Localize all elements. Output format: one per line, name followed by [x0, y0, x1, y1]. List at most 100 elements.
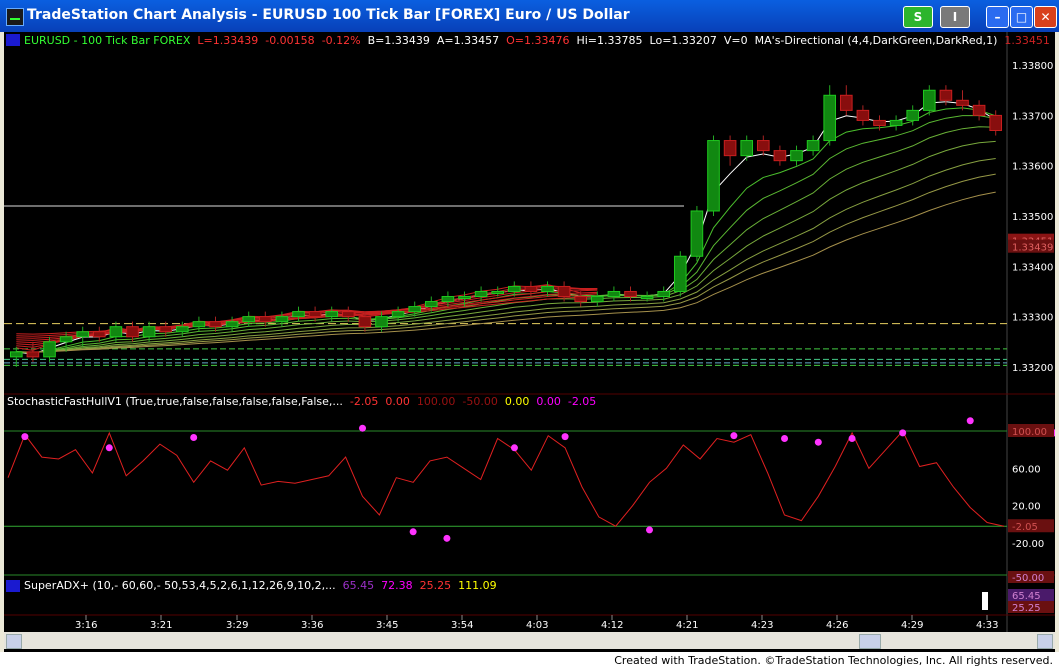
stochastic-axis-label: 100.00 [1012, 427, 1047, 438]
price-axis-label: 1.33500 [1012, 212, 1053, 223]
candle-body [972, 104, 986, 116]
candle-body [192, 321, 206, 328]
candle-body [889, 119, 903, 126]
candle-body [873, 119, 886, 126]
candle [673, 251, 687, 297]
chart-window[interactable]: EURUSD - 100 Tick Bar FOREX L=1.33439 -0.0… [4, 32, 1059, 652]
stochastic-header: StochasticFastHullV1 (True,true,false,fa… [7, 395, 596, 408]
stoch_header-item: 0.00 [505, 395, 530, 408]
i-button[interactable]: I [940, 6, 970, 28]
candle-body [541, 285, 554, 292]
price-axis-label: 1.33700 [1012, 111, 1053, 122]
candle-body [922, 89, 936, 111]
candle-body [441, 296, 455, 303]
stochastic-marker [510, 444, 518, 452]
candle-body [939, 89, 953, 101]
stoch_header-item: StochasticFastHullV1 (True,true,false,fa… [7, 395, 343, 408]
candle-body [823, 94, 837, 142]
candle-body [275, 316, 289, 323]
candle-body [956, 99, 969, 106]
stochastic-marker [105, 444, 113, 452]
horizontal-scrollbar[interactable] [4, 632, 1055, 649]
chart-canvas[interactable]: EURUSD - 100 Tick Bar FOREX L=1.33439 -0.0… [4, 32, 1059, 632]
scroll-right-icon[interactable] [1037, 634, 1053, 649]
time-axis-label: 4:21 [676, 620, 698, 631]
price_header-item: V=0 [724, 34, 748, 47]
copyright-text: Created with TradeStation. ©TradeStation… [614, 654, 1053, 667]
candle-body [225, 321, 239, 328]
stochastic-marker [21, 433, 29, 441]
time-axis-label: 4:29 [901, 620, 923, 631]
time-axis-label: 3:29 [226, 620, 248, 631]
candle-body [92, 331, 106, 338]
candle-body [491, 290, 505, 294]
candle-body [424, 301, 438, 308]
candle-body [142, 326, 156, 338]
stochastic-marker [730, 432, 738, 440]
candle-body [43, 341, 56, 358]
adx-axis-label: 25.25 [1012, 603, 1041, 614]
price-header: EURUSD - 100 Tick Bar FOREX L=1.33439 -0.0… [24, 34, 1055, 47]
price-axis-label: 1.33300 [1012, 313, 1053, 324]
price-axis-label: 1.33200 [1012, 363, 1053, 374]
stochastic-marker [561, 433, 569, 441]
candle-body [375, 316, 388, 328]
candle-body [806, 140, 820, 152]
candle [690, 205, 704, 262]
stochastic-marker [645, 526, 653, 534]
candle-body [9, 351, 23, 358]
stochastic-marker [781, 434, 789, 442]
tradestation-chart-icon [6, 8, 24, 26]
adx_header-item: 111.09 [458, 579, 497, 592]
candle-body [740, 140, 754, 157]
footer: Created with TradeStation. ©TradeStation… [0, 652, 1059, 668]
price_header-item: Lo=1.33207 [650, 34, 717, 47]
candle-body [906, 109, 920, 121]
close-button[interactable]: ✕ [1034, 6, 1057, 28]
maximize-button[interactable]: □ [1010, 6, 1033, 28]
scroll-thumb[interactable] [859, 634, 881, 649]
time-axis-label: 4:33 [976, 620, 998, 631]
stochastic-marker [190, 434, 198, 442]
candle-body [308, 311, 322, 318]
minimize-button[interactable]: – [986, 6, 1009, 28]
candle-body [624, 290, 637, 298]
price-axis-label: 1.33400 [1012, 262, 1053, 273]
stochastic-marker [848, 434, 856, 442]
candle-body [325, 311, 339, 318]
price_header-item: B=1.33439 [368, 34, 430, 47]
window-title: TradeStation Chart Analysis - EURUSD 100… [27, 7, 630, 23]
time-axis-label: 4:23 [751, 620, 773, 631]
candle-body [26, 351, 40, 358]
price-axis-label: 1.33800 [1012, 61, 1053, 72]
stochastic-axis-label: 20.00 [1012, 502, 1041, 513]
stochastic-marker [899, 429, 907, 437]
symbol-badge [6, 34, 20, 46]
candle-body [458, 296, 471, 300]
adx-axis-label: 65.45 [1012, 591, 1041, 602]
adx_header-item: 25.25 [420, 579, 452, 592]
candle-body [790, 150, 803, 162]
time-axis-label: 4:26 [826, 620, 848, 631]
adx_header-item: 65.45 [343, 579, 375, 592]
candle-body [989, 114, 1003, 131]
price_header-item: MA's-Directional (4,4,DarkGreen,DarkRed,… [755, 34, 998, 47]
price_header-item: -0.00158 [265, 34, 314, 47]
candle-body [408, 306, 422, 313]
stochastic-marker [443, 534, 451, 542]
minimize-icon: – [994, 10, 1001, 24]
title-bar: TradeStation Chart Analysis - EURUSD 100… [0, 0, 1059, 32]
candle-body [839, 94, 853, 111]
scroll-left-icon[interactable] [6, 634, 22, 649]
time-axis-label: 3:54 [451, 620, 473, 631]
stochastic-marker [966, 417, 974, 425]
price-axis-label: 1.33600 [1012, 162, 1053, 173]
price_header-item: A=1.33457 [437, 34, 499, 47]
candle-body [723, 140, 737, 157]
candle-body [126, 326, 139, 338]
time-axis-label: 4:03 [526, 620, 548, 631]
candle-body [673, 255, 687, 292]
candle-body [557, 285, 571, 298]
s-button[interactable]: S [903, 6, 933, 28]
stoch_header-item: -2.05 [568, 395, 596, 408]
